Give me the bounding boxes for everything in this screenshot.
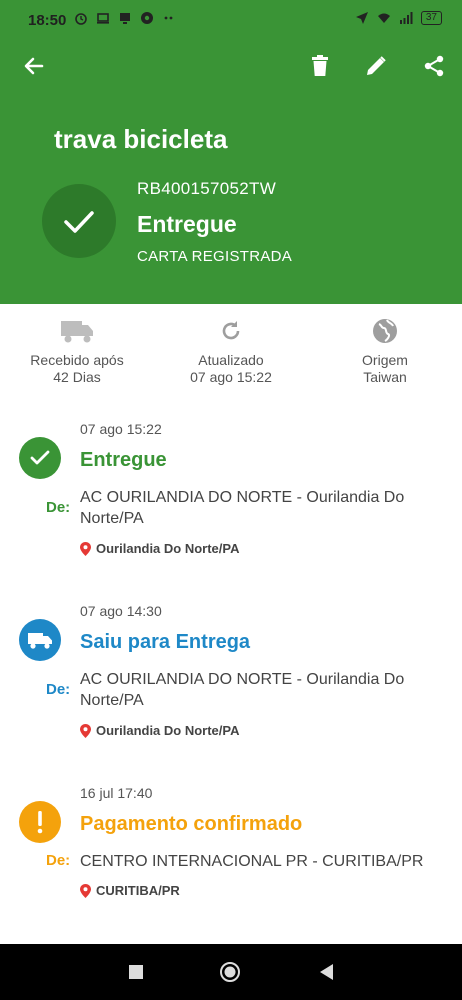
event-status: Saiu para Entrega [80, 631, 251, 653]
map-pin-icon [80, 883, 91, 898]
summary-row: Recebido após 42 Dias Atualizado 07 ago … [0, 304, 462, 404]
event-status: Pagamento confirmado [80, 813, 303, 835]
current-status: Entregue [137, 211, 237, 237]
event-status-badge [19, 801, 61, 843]
origin-value: Taiwan [363, 369, 407, 385]
back-button[interactable] [20, 52, 48, 80]
pencil-icon [367, 56, 386, 75]
event-location-text: Ourilandia Do Norte/PA [96, 541, 240, 556]
location-arrow-icon [355, 12, 368, 24]
status-badge [42, 184, 116, 258]
received-info: Recebido após 42 Dias [7, 316, 147, 386]
share-button[interactable] [420, 52, 448, 80]
item-title: trava bicicleta [54, 124, 228, 154]
event-time: 16 jul 17:40 [80, 785, 153, 801]
wifi-icon [377, 13, 390, 23]
event-location-text: CURITIBA/PR [96, 883, 180, 898]
laptop-icon [97, 13, 109, 24]
event-from-label: De: [46, 852, 71, 869]
trash-icon [312, 55, 328, 76]
arrow-left-icon [24, 57, 44, 75]
share-icon [424, 55, 444, 77]
edit-button[interactable] [362, 52, 390, 80]
check-icon [64, 211, 94, 233]
globe-icon [373, 319, 397, 343]
event-time: 07 ago 15:22 [80, 421, 162, 437]
event-time: 07 ago 14:30 [80, 603, 162, 619]
alarm-icon [75, 13, 87, 25]
map-pin-icon [80, 541, 91, 556]
status-time: 18:50 [28, 12, 67, 29]
chrome-icon [141, 12, 153, 24]
updated-label: Atualizado [198, 352, 264, 368]
battery-indicator: 37 [420, 11, 442, 25]
event-location: CURITIBA/PR [80, 883, 180, 898]
event-location-text: Ourilandia Do Norte/PA [96, 723, 240, 738]
shipment-type: CARTA REGISTRADA [137, 248, 293, 265]
status-system-icons: 37 [355, 11, 442, 25]
event-location: Ourilandia Do Norte/PA [80, 723, 240, 738]
header: trava bicicleta RB400157052TW Entregue C… [0, 36, 462, 304]
exclamation-icon [37, 811, 43, 834]
origin-info: Origem Taiwan [315, 316, 455, 386]
event-location: Ourilandia Do Norte/PA [80, 541, 240, 556]
monitor-icon [120, 13, 130, 24]
status-bar: 18:50 37 [0, 0, 462, 36]
delete-button[interactable] [306, 52, 334, 80]
system-nav-bar [0, 944, 462, 1000]
more-dots-icon [164, 16, 173, 20]
tracking-code: RB400157052TW [137, 179, 277, 198]
truck-icon [61, 321, 93, 343]
updated-value: 07 ago 15:22 [190, 369, 272, 385]
signal-icon [399, 12, 413, 24]
square-icon [129, 965, 143, 979]
map-pin-icon [80, 723, 91, 738]
status-notification-icons [74, 11, 176, 25]
triangle-back-icon [320, 964, 333, 980]
truck-icon [28, 633, 52, 649]
event-from-label: De: [46, 499, 71, 516]
circle-icon [220, 962, 240, 982]
event-status: Entregue [80, 449, 167, 471]
back-nav-button[interactable] [314, 960, 338, 984]
event-status-badge [19, 619, 61, 661]
refresh-icon [222, 321, 240, 340]
event-from: CENTRO INTERNACIONAL PR - CURITIBA/PR [80, 853, 424, 870]
received-label: Recebido após [30, 352, 124, 368]
event-status-badge [19, 437, 61, 479]
home-button[interactable] [218, 960, 242, 984]
recents-button[interactable] [124, 960, 148, 984]
event-from: AC OURILANDIA DO NORTE - Ourilandia Do N… [80, 489, 405, 527]
origin-label: Origem [362, 352, 408, 368]
received-value: 42 Dias [53, 369, 101, 385]
updated-info[interactable]: Atualizado 07 ago 15:22 [161, 316, 301, 386]
check-icon [30, 450, 50, 465]
event-from: AC OURILANDIA DO NORTE - Ourilandia Do N… [80, 671, 405, 709]
event-from-label: De: [46, 681, 71, 698]
